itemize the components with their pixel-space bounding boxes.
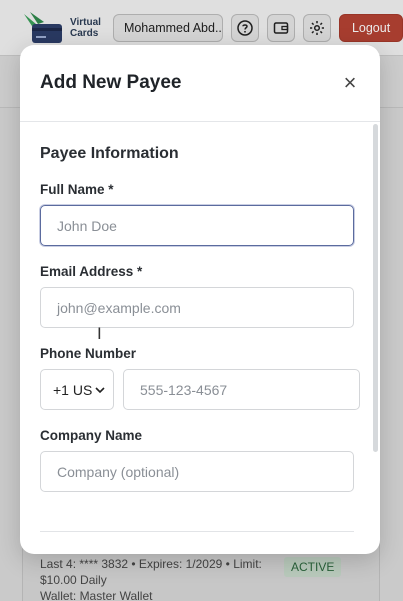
text-cursor-icon: I [97,324,102,343]
country-code-select[interactable]: +1 US [40,369,114,410]
chevron-down-icon [95,386,105,393]
phone-label: Phone Number [40,346,137,361]
close-icon[interactable]: × [340,72,360,94]
company-label: Company Name [40,428,143,443]
modal-scrollbar[interactable] [373,124,378,452]
email-input[interactable]: john@example.com [40,287,354,328]
section-divider [40,531,354,532]
full-name-input[interactable]: John Doe [40,205,354,246]
company-input[interactable]: Company (optional) [40,451,354,492]
modal-header: Add New Payee × [20,45,380,122]
country-code-value: +1 US [53,381,93,398]
section-title: Payee Information [40,145,179,162]
modal-title: Add New Payee [40,72,182,93]
full-name-label: Full Name * [40,182,114,197]
phone-input[interactable]: 555-123-4567 [123,369,360,410]
add-payee-modal: Add New Payee × Payee Information Full N… [20,45,380,554]
modal-body[interactable]: Payee Information Full Name * John Doe E… [20,122,380,554]
email-label: Email Address * [40,264,143,279]
